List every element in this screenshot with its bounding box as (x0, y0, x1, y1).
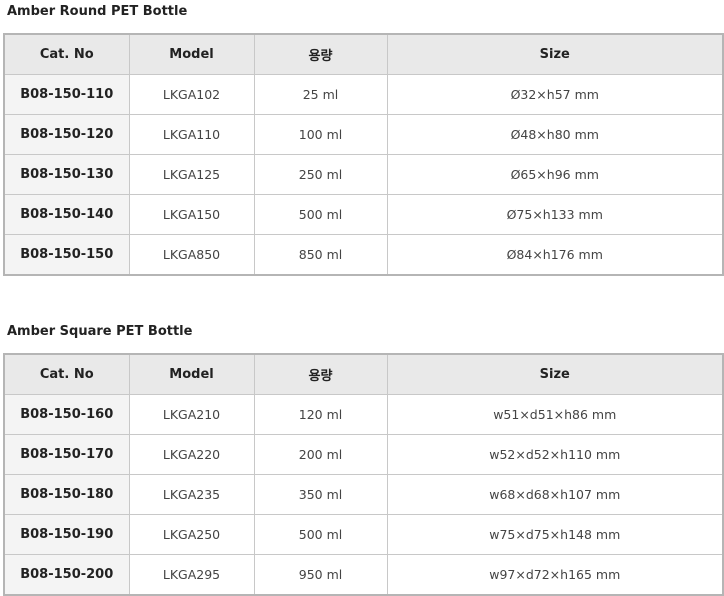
table-row: B08-150-170 LKGA220 200 ml w52×d52×h110 … (3, 434, 724, 475)
model-cell: LKGA110 (128, 114, 255, 155)
table-row: B08-150-200 LKGA295 950 ml w97×d72×h165 … (3, 554, 724, 596)
size-cell: w68×d68×h107 mm (386, 474, 724, 515)
table-header-row: Cat. No Model 용량 Size (3, 353, 724, 395)
header-cat-no: Cat. No (3, 33, 130, 75)
cat-no-cell: B08-150-140 (3, 194, 130, 235)
header-volume: 용량 (253, 353, 388, 395)
section-title-round: Amber Round PET Bottle (7, 4, 188, 19)
volume-cell: 500 ml (253, 514, 388, 555)
model-cell: LKGA850 (128, 234, 255, 276)
cat-no-cell: B08-150-120 (3, 114, 130, 155)
model-cell: LKGA235 (128, 474, 255, 515)
header-model: Model (128, 353, 255, 395)
size-cell: Ø32×h57 mm (386, 74, 724, 115)
table-row: B08-150-190 LKGA250 500 ml w75×d75×h148 … (3, 514, 724, 555)
cat-no-cell: B08-150-150 (3, 234, 130, 276)
volume-cell: 850 ml (253, 234, 388, 276)
spec-table-round: Cat. No Model 용량 Size B08-150-110 LKGA10… (3, 33, 724, 276)
volume-cell: 950 ml (253, 554, 388, 596)
table-row: B08-150-130 LKGA125 250 ml Ø65×h96 mm (3, 154, 724, 195)
volume-cell: 200 ml (253, 434, 388, 475)
table-row: B08-150-120 LKGA110 100 ml Ø48×h80 mm (3, 114, 724, 155)
size-cell: w52×d52×h110 mm (386, 434, 724, 475)
cat-no-cell: B08-150-190 (3, 514, 130, 555)
volume-cell: 250 ml (253, 154, 388, 195)
size-cell: w97×d72×h165 mm (386, 554, 724, 596)
model-cell: LKGA210 (128, 394, 255, 435)
volume-cell: 100 ml (253, 114, 388, 155)
cat-no-cell: B08-150-110 (3, 74, 130, 115)
header-cat-no: Cat. No (3, 353, 130, 395)
model-cell: LKGA125 (128, 154, 255, 195)
cat-no-cell: B08-150-130 (3, 154, 130, 195)
section-title-square: Amber Square PET Bottle (7, 324, 193, 339)
table-header-row: Cat. No Model 용량 Size (3, 33, 724, 75)
table-row: B08-150-150 LKGA850 850 ml Ø84×h176 mm (3, 234, 724, 276)
size-cell: w75×d75×h148 mm (386, 514, 724, 555)
table-row: B08-150-160 LKGA210 120 ml w51×d51×h86 m… (3, 394, 724, 435)
cat-no-cell: B08-150-200 (3, 554, 130, 596)
volume-cell: 350 ml (253, 474, 388, 515)
header-volume: 용량 (253, 33, 388, 75)
spec-table-square: Cat. No Model 용량 Size B08-150-160 LKGA21… (3, 353, 724, 596)
cat-no-cell: B08-150-170 (3, 434, 130, 475)
size-cell: Ø65×h96 mm (386, 154, 724, 195)
model-cell: LKGA250 (128, 514, 255, 555)
volume-cell: 120 ml (253, 394, 388, 435)
table-row: B08-150-140 LKGA150 500 ml Ø75×h133 mm (3, 194, 724, 235)
table-row: B08-150-180 LKGA235 350 ml w68×d68×h107 … (3, 474, 724, 515)
size-cell: Ø84×h176 mm (386, 234, 724, 276)
model-cell: LKGA295 (128, 554, 255, 596)
table-row: B08-150-110 LKGA102 25 ml Ø32×h57 mm (3, 74, 724, 115)
volume-cell: 500 ml (253, 194, 388, 235)
model-cell: LKGA150 (128, 194, 255, 235)
volume-cell: 25 ml (253, 74, 388, 115)
header-size: Size (386, 33, 724, 75)
size-cell: Ø48×h80 mm (386, 114, 724, 155)
size-cell: w51×d51×h86 mm (386, 394, 724, 435)
header-size: Size (386, 353, 724, 395)
cat-no-cell: B08-150-180 (3, 474, 130, 515)
model-cell: LKGA220 (128, 434, 255, 475)
header-model: Model (128, 33, 255, 75)
size-cell: Ø75×h133 mm (386, 194, 724, 235)
model-cell: LKGA102 (128, 74, 255, 115)
cat-no-cell: B08-150-160 (3, 394, 130, 435)
